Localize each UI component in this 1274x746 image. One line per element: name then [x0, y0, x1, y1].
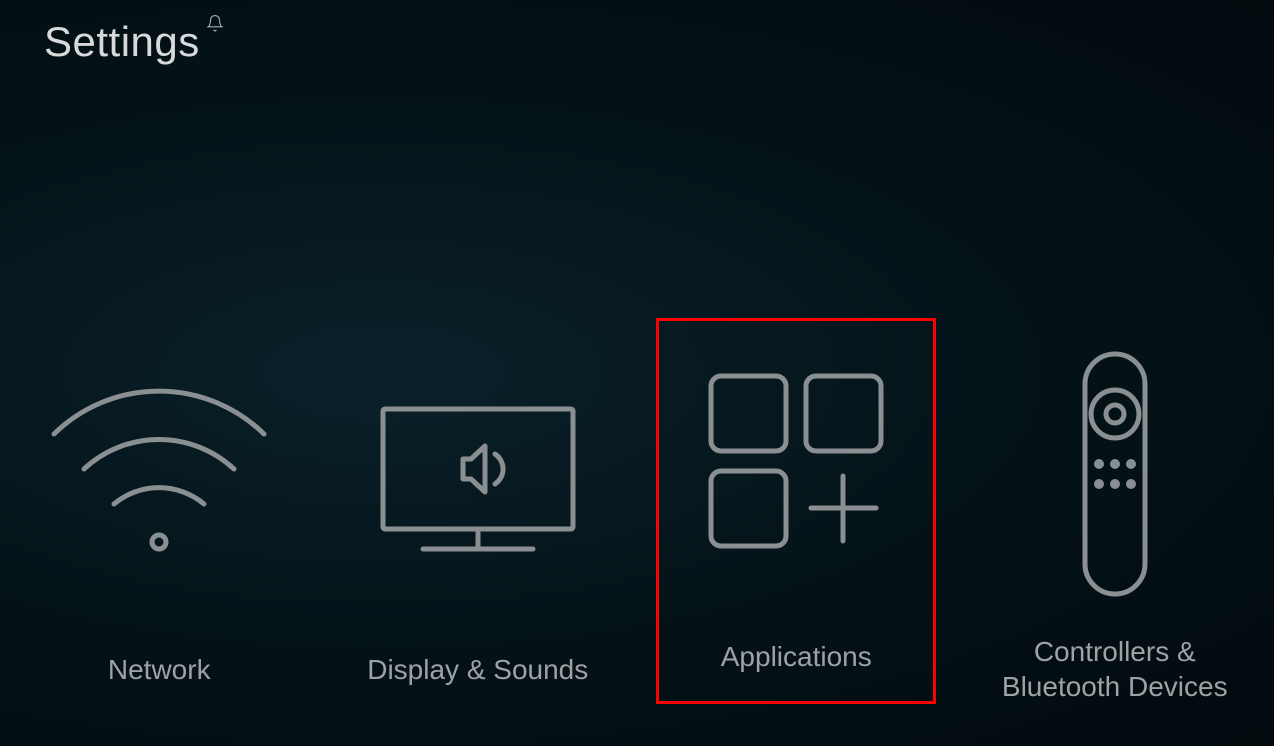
settings-tiles-row: Network Display & Sounds	[0, 328, 1274, 704]
tv-speaker-icon	[363, 344, 593, 604]
tile-applications[interactable]: Applications	[656, 318, 936, 704]
tile-label-applications: Applications	[721, 621, 872, 691]
wifi-icon	[44, 344, 274, 604]
notification-bell-icon[interactable]	[206, 14, 224, 32]
apps-grid-icon	[686, 331, 906, 591]
tile-label-controllers: Controllers & Bluetooth Devices	[975, 634, 1255, 704]
tile-display-sounds[interactable]: Display & Sounds	[338, 344, 618, 704]
remote-controller-icon	[1055, 344, 1175, 604]
tile-network[interactable]: Network	[19, 344, 299, 704]
header: Settings	[44, 18, 224, 66]
page-title: Settings	[44, 18, 200, 66]
tile-label-display-sounds: Display & Sounds	[367, 634, 588, 704]
tile-label-network: Network	[108, 634, 211, 704]
tile-controllers[interactable]: Controllers & Bluetooth Devices	[975, 344, 1255, 704]
